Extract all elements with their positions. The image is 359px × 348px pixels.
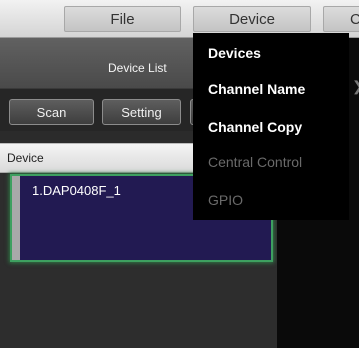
menu-item-channel-copy[interactable]: Channel Copy bbox=[208, 119, 302, 135]
menu-item-channel-name[interactable]: Channel Name bbox=[208, 81, 305, 97]
menu-file[interactable]: File bbox=[64, 6, 181, 32]
scan-button[interactable]: Scan bbox=[9, 99, 94, 125]
chevron-right-icon[interactable]: ❯ bbox=[352, 78, 359, 95]
device-row-label: 1.DAP0408F_1 bbox=[32, 183, 121, 198]
column-header-label: Device bbox=[7, 151, 44, 165]
menu-item-gpio: GPIO bbox=[208, 192, 244, 208]
row-selection-marker bbox=[12, 176, 20, 260]
menu-device[interactable]: Device bbox=[193, 6, 311, 32]
menu-item-central-control: Central Control bbox=[208, 154, 303, 170]
menu-more[interactable]: C bbox=[323, 6, 359, 32]
menu-item-devices[interactable]: Devices bbox=[208, 45, 261, 61]
device-dropdown-menu: Devices Channel Name Channel Copy Centra… bbox=[193, 33, 349, 220]
setting-button[interactable]: Setting bbox=[102, 99, 181, 125]
